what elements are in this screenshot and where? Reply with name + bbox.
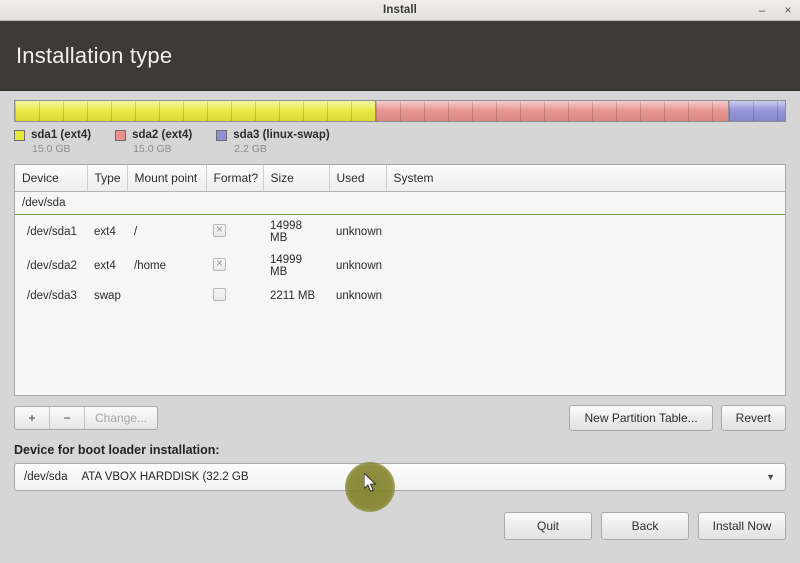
cell-device: /dev/sda2 xyxy=(27,260,77,272)
legend-size: 15.0 GB xyxy=(32,143,71,155)
table-body: /dev/sda/dev/sda1 ext4 / 14998 MB unknown/de… xyxy=(15,191,785,310)
page-header: Installation type xyxy=(0,21,800,91)
legend-size: 15.0 GB xyxy=(133,143,172,155)
cell-system xyxy=(386,283,785,309)
column-header-system[interactable]: System xyxy=(386,165,785,192)
footer-actions: Quit Back Install Now xyxy=(504,512,786,540)
cell-device: /dev/sda3 xyxy=(27,290,77,302)
column-header-size[interactable]: Size xyxy=(263,165,330,192)
quit-button[interactable]: Quit xyxy=(504,512,592,540)
change-partition-button[interactable]: Change... xyxy=(85,407,157,429)
cell-format xyxy=(206,249,263,283)
partition-table-actions: New Partition Table... Revert xyxy=(569,405,786,431)
partition-segment-sda2[interactable] xyxy=(374,101,728,121)
remove-partition-button[interactable]: − xyxy=(50,407,85,429)
back-button[interactable]: Back xyxy=(601,512,689,540)
bootloader-device-description: ATA VBOX HARDDISK (32.2 GB xyxy=(81,471,249,483)
cell-used: unknown xyxy=(336,290,383,302)
table-row[interactable]: /dev/sda2 ext4/home 14999 MB unknown xyxy=(15,249,785,283)
partition-legend: sda1 (ext4) 15.0 GB sda2 (ext4) 15.0 GB sda3… xyxy=(14,129,786,155)
table-row[interactable]: /dev/sda3 swap 2211 MB unknown xyxy=(15,283,785,309)
legend-color-swatch xyxy=(14,129,25,141)
cell-type: ext4 xyxy=(94,226,116,238)
partition-toolbar: + − Change... New Partition Table... Rev… xyxy=(14,405,786,431)
minimize-icon[interactable]: – xyxy=(756,4,768,16)
legend-item-header: sda2 (ext4) xyxy=(115,129,192,141)
column-header-mount-point[interactable]: Mount point xyxy=(127,165,207,192)
format-checkbox[interactable] xyxy=(213,288,226,301)
column-header-used[interactable]: Used xyxy=(329,165,387,192)
cell-size: 2211 MB xyxy=(270,290,316,302)
partition-edit-button-group: + − Change... xyxy=(14,406,159,430)
window-title: Install xyxy=(383,4,417,16)
cell-type: ext4 xyxy=(94,260,116,272)
legend-item-2: sda3 (linux-swap) 2.2 GB xyxy=(216,129,330,155)
cell-system xyxy=(386,249,785,283)
add-partition-button[interactable]: + xyxy=(15,407,50,429)
window-titlebar: Install – × xyxy=(0,0,800,21)
legend-label: sda3 (linux-swap) xyxy=(233,129,330,141)
partition-usage-bar[interactable] xyxy=(14,100,786,122)
install-window: Install – × Installation type sda1 (ext4… xyxy=(0,0,800,563)
page-content: sda1 (ext4) 15.0 GB sda2 (ext4) 15.0 GB sda3… xyxy=(0,91,800,563)
cell-mount-point xyxy=(127,283,206,309)
cell-used: unknown xyxy=(336,260,383,272)
legend-item-0: sda1 (ext4) 15.0 GB xyxy=(14,129,91,155)
chevron-down-icon: ▼ xyxy=(766,471,775,482)
bootloader-label: Device for boot loader installation: xyxy=(14,443,220,457)
legend-size: 2.2 GB xyxy=(234,143,267,155)
legend-color-swatch xyxy=(216,129,228,141)
cell-system xyxy=(386,215,785,250)
format-checkbox[interactable] xyxy=(213,223,226,237)
table-row[interactable]: /dev/sda1 ext4 / 14998 MB unknown xyxy=(15,215,785,250)
cell-mount-point: / xyxy=(134,226,138,238)
bootloader-device-value: /dev/sda xyxy=(24,471,68,483)
partition-bar-section xyxy=(14,91,786,122)
page-title: Installation type xyxy=(16,42,173,68)
cell-format xyxy=(206,215,263,250)
legend-item-1: sda2 (ext4) 15.0 GB xyxy=(115,129,192,155)
legend-item-header: sda3 (linux-swap) xyxy=(216,129,330,141)
table-header-row: Device Type Mount point Format? Size Used Syst… xyxy=(15,165,785,192)
close-icon[interactable]: × xyxy=(782,4,794,16)
partition-segment-sda3[interactable] xyxy=(728,101,785,121)
bootloader-device-select[interactable]: /dev/sda ATA VBOX HARDDISK (32.2 GB ▼ xyxy=(14,463,786,491)
legend-label: sda1 (ext4) xyxy=(31,129,92,141)
new-partition-table-button[interactable]: New Partition Table... xyxy=(569,405,713,431)
cell-size: 14999 MB xyxy=(270,254,302,278)
revert-button[interactable]: Revert xyxy=(720,405,786,431)
partition-table: Device Type Mount point Format? Size Used Syst… xyxy=(15,165,785,309)
install-now-button[interactable]: Install Now xyxy=(698,512,786,540)
legend-label: sda2 (ext4) xyxy=(132,129,193,141)
partition-table-panel[interactable]: Device Type Mount point Format? Size Used Syst… xyxy=(14,164,786,396)
cell-type: swap xyxy=(94,290,121,302)
column-header-type[interactable]: Type xyxy=(87,165,128,192)
legend-item-header: sda1 (ext4) xyxy=(14,129,91,141)
partition-segment-sda1[interactable] xyxy=(15,101,375,121)
column-header-device[interactable]: Device xyxy=(15,165,88,192)
window-controls: – × xyxy=(756,0,794,20)
cell-device: /dev/sda1 xyxy=(27,226,77,238)
device-group-label: /dev/sda xyxy=(15,191,785,215)
legend-color-swatch xyxy=(115,129,127,141)
cell-size: 14998 MB xyxy=(270,220,302,244)
column-header-format[interactable]: Format? xyxy=(206,165,264,192)
cell-used: unknown xyxy=(336,226,383,238)
device-group-row[interactable]: /dev/sda xyxy=(15,191,785,215)
format-checkbox[interactable] xyxy=(213,257,226,271)
cell-mount-point: /home xyxy=(134,260,166,272)
cell-format xyxy=(206,283,263,309)
